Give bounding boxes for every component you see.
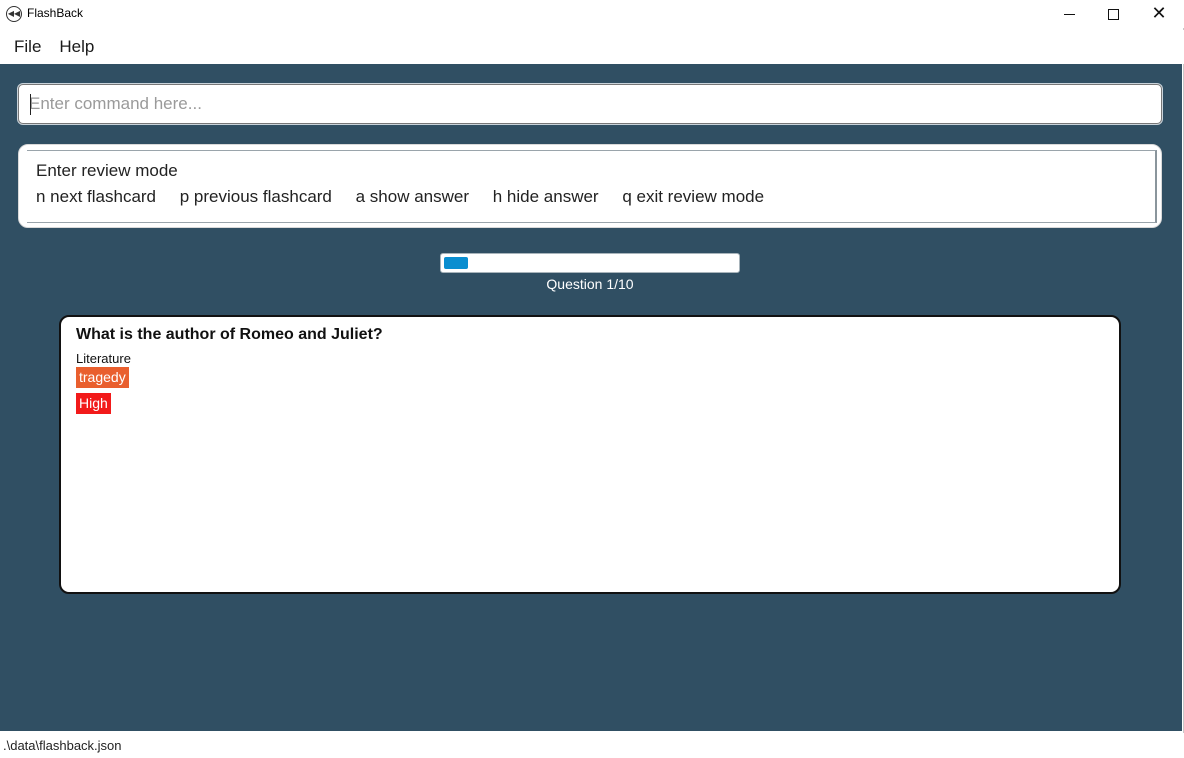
maximize-button[interactable] [1090,0,1136,28]
result-text-area: Enter review mode n next flashcard p pre… [27,150,1157,223]
result-display: Enter review mode n next flashcard p pre… [18,144,1162,228]
flashcard-category: Literature [76,351,131,366]
result-message: Enter review mode [36,161,178,180]
minimize-button[interactable] [1046,0,1092,28]
maximize-icon [1107,8,1119,20]
minimize-icon [1063,13,1075,15]
app-window: ◀◀ FlashBack ✕ File Help Enter review mo… [0,0,1184,758]
window-title: FlashBack [27,6,84,20]
flashcard-tag: tragedy [76,367,129,388]
flashcard-question: What is the author of Romeo and Juliet? [76,326,383,343]
main-panel: Enter review mode n next flashcard p pre… [0,64,1182,731]
command-hint-hide-answer: h hide answer [492,187,599,206]
priority-badge: High [76,393,111,414]
command-hint-next: n next flashcard [36,187,157,206]
command-box [18,84,1162,124]
progress-fill [444,257,468,269]
close-button[interactable]: ✕ [1136,0,1182,28]
command-hint-show-answer: a show answer [355,187,470,206]
command-input[interactable] [29,85,1149,123]
title-bar: ◀◀ FlashBack ✕ [0,0,1184,28]
status-bar-file-path: .\data\flashback.json [0,733,1184,758]
close-icon: ✕ [1151,3,1167,24]
command-hint-exit: q exit review mode [622,187,765,206]
menu-file[interactable]: File [14,37,41,57]
menu-help[interactable]: Help [59,37,94,57]
progress-label: Question 1/10 [546,276,634,292]
app-logo-icon: ◀◀ [6,6,22,22]
text-caret [30,94,31,115]
flashcard: What is the author of Romeo and Juliet? … [59,315,1121,594]
command-hint-previous: p previous flashcard [179,187,332,206]
review-progress-bar [440,253,740,273]
result-commands: n next flashcard p previous flashcard a … [36,187,783,207]
menu-bar: File Help [0,30,1184,64]
